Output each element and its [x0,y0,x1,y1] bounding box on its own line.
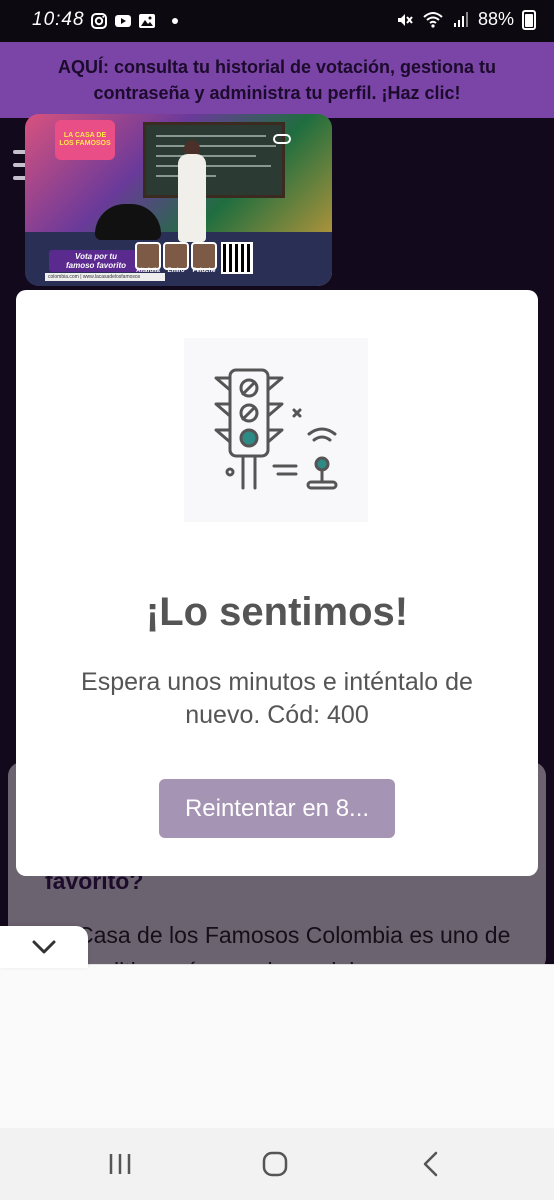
collapse-tab[interactable] [0,926,88,968]
home-icon [262,1151,288,1177]
avatar [191,242,217,270]
contestant-label: Peluche [192,268,216,274]
battery-icon [522,9,536,30]
modal-message: Espera unos minutos e inténtalo de nuevo… [81,668,473,729]
wifi-icon [423,11,443,28]
banner-text: AQUÍ: consulta tu historial de votación,… [57,57,497,103]
back-button[interactable] [410,1148,450,1180]
url-strip: colombia.com | www.lacasadelosfamosos [45,273,165,281]
dancer [95,204,161,240]
notification-icons [90,12,178,30]
back-icon [423,1151,438,1177]
instagram-icon [91,13,107,29]
avatar [135,242,161,270]
recent-apps-button[interactable] [100,1148,140,1180]
vote-tag: Vota por tu famoso favorito [49,250,143,272]
clock: 10:48 [32,9,85,30]
modal-title: ¡Lo sentimos! [145,590,409,634]
battery-percent: 88% [477,9,514,29]
gallery-icon [139,14,155,28]
dot-icon [172,18,178,24]
qr-code [221,242,253,274]
home-button[interactable] [255,1148,295,1180]
status-bar: 10:48 88% [0,0,554,42]
presenter [178,154,206,242]
bottom-sheet [0,964,554,1128]
youtube-icon [115,15,131,27]
avatar [163,242,189,270]
navigation-bar [0,1128,554,1200]
recent-apps-icon [109,1154,131,1174]
chevron-down-icon [32,940,56,954]
mute-icon [397,13,413,26]
show-logo: LA CASA DE LOS FAMOSOS [55,120,115,160]
chalkboard [143,122,285,198]
profile-banner[interactable]: AQUÍ: consulta tu historial de votación,… [0,42,554,118]
channel-icon [273,134,291,144]
video-player[interactable]: LA CASA DE LOS FAMOSOS Vota por tu famos… [25,114,332,286]
traffic-light-icon [214,368,338,490]
system-indicators: 88% [396,9,536,30]
illustration-panel [184,338,368,522]
error-modal: ¡Lo sentimos! Espera unos minutos e inté… [16,290,538,876]
signal-icon [453,11,468,27]
retry-button[interactable]: Reintentar en 8... [159,779,395,838]
